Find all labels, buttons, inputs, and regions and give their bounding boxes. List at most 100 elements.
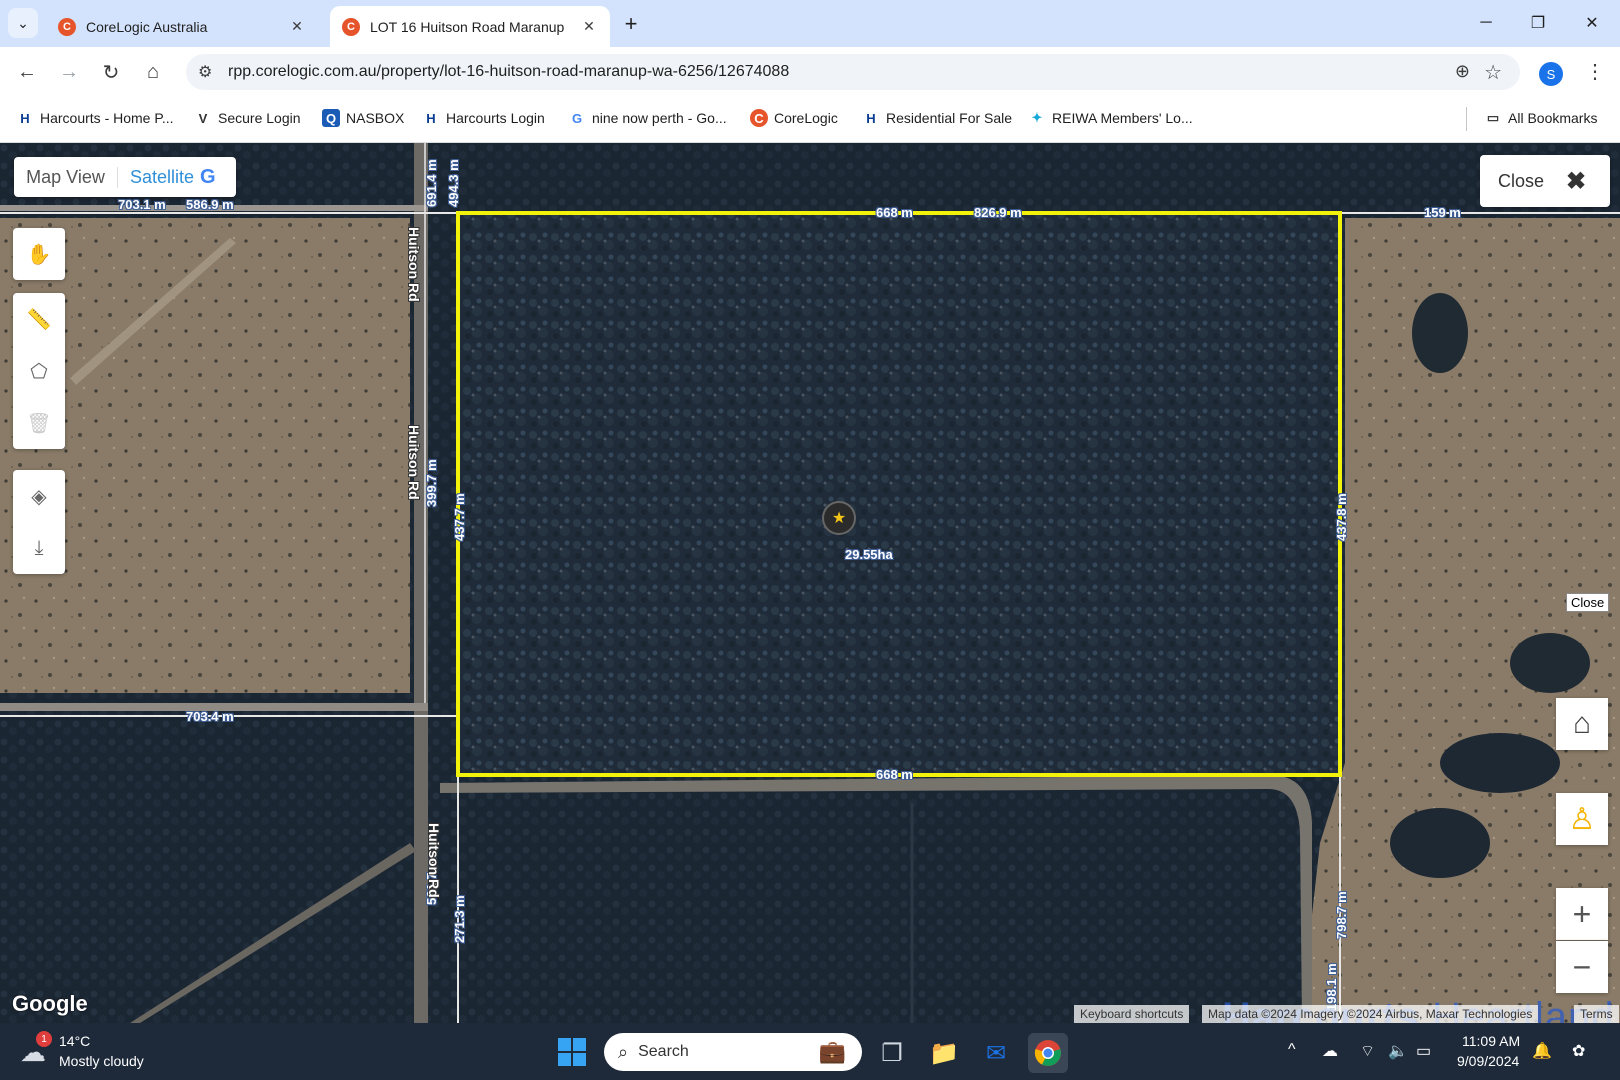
- corelogic-favicon-icon: C: [342, 17, 360, 36]
- site-info-icon[interactable]: ⚙: [198, 62, 212, 82]
- bookmark-corelogic[interactable]: C CoreLogic: [750, 109, 838, 127]
- minimize-window-icon[interactable]: ─: [1468, 8, 1504, 38]
- dimension-label: 437.7 m: [452, 493, 467, 541]
- tab-title: LOT 16 Huitson Road Maranup: [370, 18, 565, 35]
- restore-window-icon[interactable]: ❐: [1520, 8, 1556, 38]
- corelogic-favicon-icon: C: [750, 109, 768, 127]
- new-tab-button[interactable]: +: [617, 10, 645, 38]
- download-icon[interactable]: ⤓: [13, 522, 65, 574]
- harcourts-icon: H: [426, 110, 436, 126]
- windows-start-icon[interactable]: [558, 1038, 586, 1066]
- tab-close-icon[interactable]: ✕: [288, 18, 306, 35]
- browser-toolbar: ← → ↻ ⌂ ⚙ rpp.corelogic.com.au/property/…: [0, 47, 1620, 97]
- tab-search-button[interactable]: ⌄: [8, 8, 38, 38]
- satellite-button[interactable]: Satellite G: [118, 166, 236, 189]
- outlook-icon[interactable]: ✉: [976, 1033, 1016, 1073]
- weather-temperature[interactable]: 14°C: [59, 1033, 90, 1049]
- chrome-icon[interactable]: [1028, 1033, 1068, 1073]
- clock-date[interactable]: 9/09/2024: [1457, 1053, 1519, 1069]
- url-text[interactable]: rpp.corelogic.com.au/property/lot-16-hui…: [228, 63, 789, 81]
- clock-time[interactable]: 11:09 AM: [1462, 1033, 1520, 1049]
- bookmark-harcourts-home[interactable]: H Harcourts - Home P...: [16, 109, 174, 127]
- dimension-label: 703.1 m: [118, 197, 166, 212]
- google-logo: Google: [12, 991, 88, 1016]
- volume-icon[interactable]: 🔈: [1388, 1041, 1408, 1061]
- nasbox-icon: Q: [322, 109, 340, 127]
- street-view-pegman-button[interactable]: ♙: [1556, 793, 1608, 845]
- search-icon: ⌕: [618, 1041, 629, 1062]
- task-view-icon[interactable]: ❐: [872, 1033, 912, 1073]
- bookmark-secure-login[interactable]: V Secure Login: [194, 109, 301, 127]
- pan-tool-group: ✋: [13, 228, 65, 280]
- road-label: Huitson Rd: [426, 823, 442, 898]
- bookmark-reiwa-members[interactable]: ✦ REIWA Members' Lo...: [1028, 109, 1193, 127]
- bookmark-residential-for-sale[interactable]: H Residential For Sale: [862, 109, 1012, 127]
- dimension-label: 399.7 m: [424, 459, 439, 507]
- google-icon: G: [571, 110, 583, 126]
- ruler-measure-icon[interactable]: 📏: [13, 293, 65, 345]
- dimension-label: 271.3 m: [452, 895, 467, 943]
- bookmark-label: All Bookmarks: [1508, 110, 1598, 126]
- map-view-button[interactable]: Map View: [14, 166, 118, 188]
- tab-strip: ⌄ C CoreLogic Australia ✕ C LOT 16 Huits…: [0, 0, 1620, 47]
- map-data-attribution: Map data ©2024 Imagery ©2024 Airbus, Max…: [1202, 1005, 1539, 1023]
- zoom-out-button[interactable]: −: [1556, 941, 1608, 993]
- satellite-label: Satellite: [130, 166, 195, 187]
- tab-lot-16-huitson-road[interactable]: C LOT 16 Huitson Road Maranup ✕: [330, 6, 610, 47]
- bookmark-nine-now-perth[interactable]: Gnine now perth - Go...: [568, 109, 727, 127]
- terms-link[interactable]: Terms: [1574, 1005, 1619, 1023]
- home-view-button[interactable]: ⌂: [1556, 698, 1608, 750]
- property-star-marker[interactable]: ★: [822, 501, 856, 535]
- forward-arrow-icon[interactable]: →: [54, 57, 84, 87]
- reload-icon[interactable]: ↻: [96, 57, 126, 87]
- profile-avatar[interactable]: S: [1539, 62, 1563, 86]
- more-menu-icon[interactable]: ⋮: [1585, 59, 1605, 84]
- address-bar[interactable]: ⚙ rpp.corelogic.com.au/property/lot-16-h…: [186, 54, 1520, 90]
- measure-tool-group: 📏 ⬠ 🗑: [13, 293, 65, 449]
- notification-bell-icon[interactable]: 🔔: [1532, 1041, 1552, 1061]
- house-icon: ⌂: [1572, 707, 1592, 740]
- wifi-icon[interactable]: ⌔: [1360, 1041, 1375, 1061]
- close-window-icon[interactable]: ✕: [1574, 8, 1610, 38]
- road-label: Huitson Rd: [406, 227, 422, 302]
- back-arrow-icon[interactable]: ←: [12, 57, 42, 87]
- weather-description[interactable]: Mostly cloudy: [59, 1053, 144, 1069]
- copilot-icon[interactable]: ✿: [1572, 1041, 1585, 1061]
- close-map-button[interactable]: Close ✖: [1480, 155, 1610, 207]
- bookmark-star-icon[interactable]: ☆: [1484, 60, 1502, 85]
- home-icon[interactable]: ⌂: [138, 57, 168, 87]
- polygon-draw-icon[interactable]: ⬠: [13, 345, 65, 397]
- zoom-icon[interactable]: ⊕: [1455, 61, 1470, 82]
- secure-login-icon: V: [198, 110, 208, 126]
- close-icon: ✖: [1566, 167, 1587, 195]
- tab-close-icon[interactable]: ✕: [580, 18, 598, 35]
- bookmark-nasbox[interactable]: Q NASBOX: [322, 109, 404, 127]
- bookmark-label: Harcourts Login: [446, 110, 545, 126]
- bookmark-label: CoreLogic: [774, 110, 838, 126]
- onedrive-cloud-icon[interactable]: ☁: [1322, 1041, 1338, 1061]
- zoom-in-button[interactable]: +: [1556, 888, 1608, 940]
- bookmark-label: nine now perth - Go...: [592, 110, 727, 126]
- satellite-map[interactable]: 703.1 m 586.9 m 691.4 m 494.3 m 668 m 82…: [0, 143, 1620, 1023]
- keyboard-shortcuts-link[interactable]: Keyboard shortcuts: [1074, 1005, 1190, 1023]
- lot-area-label: 29.55ha: [845, 547, 893, 562]
- bookmark-label: REIWA Members' Lo...: [1052, 110, 1193, 126]
- layers-icon[interactable]: ◈: [13, 470, 65, 522]
- all-bookmarks-button[interactable]: ▭ All Bookmarks: [1484, 109, 1598, 127]
- hand-pan-icon[interactable]: ✋: [13, 228, 65, 280]
- satellite-imagery: [0, 143, 1620, 1023]
- trash-delete-icon[interactable]: 🗑: [13, 397, 65, 449]
- dimension-label: 668 m: [876, 767, 913, 782]
- battery-icon[interactable]: ▭: [1416, 1041, 1431, 1061]
- folder-icon: ▭: [1486, 110, 1500, 125]
- harcourts-icon: H: [20, 110, 30, 126]
- bookmarks-bar: H Harcourts - Home P... V Secure Login Q NA…: [0, 97, 1620, 143]
- file-explorer-icon[interactable]: 📁: [924, 1033, 964, 1073]
- dimension-label: 826.9 m: [974, 205, 1022, 220]
- bookmark-label: Harcourts - Home P...: [40, 110, 174, 126]
- bookmark-harcourts-login[interactable]: H Harcourts Login: [422, 109, 545, 127]
- taskbar-search-box[interactable]: ⌕ Search 💼: [604, 1033, 862, 1071]
- reiwa-icon: ✦: [1031, 110, 1043, 125]
- show-hidden-icons-chevron-icon[interactable]: ^: [1288, 1041, 1296, 1059]
- tab-corelogic-australia[interactable]: C CoreLogic Australia ✕: [46, 6, 318, 47]
